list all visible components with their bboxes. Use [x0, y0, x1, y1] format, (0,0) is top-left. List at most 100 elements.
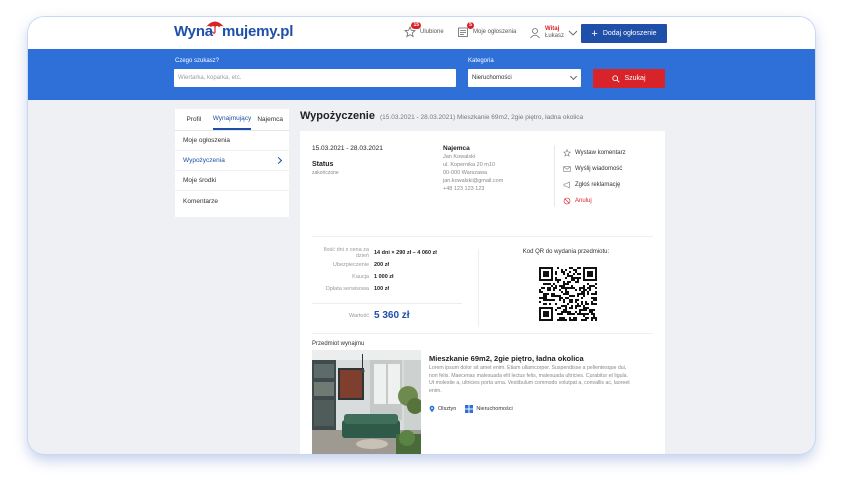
qr-section: Kod QR do wydania przedmiotu:	[478, 249, 653, 327]
report-complaint-action[interactable]: Zgłoś reklamację	[563, 177, 626, 193]
total-row: Wartość 5 360 zł	[312, 303, 462, 321]
sidebar: Profil Wynajmujący Najemca Moje ogłoszen…	[175, 109, 289, 217]
sidebar-item-my-ads[interactable]: Moje ogłoszenia	[175, 131, 289, 151]
cost-value: 1 000 zł	[374, 274, 394, 280]
list-icon: 5	[457, 22, 474, 38]
chevron-right-icon	[274, 156, 283, 165]
search-icon	[612, 74, 621, 83]
my-ads-link[interactable]: 5 Moje ogłoszenia	[457, 22, 517, 38]
rental-details-card: 15.03.2021 - 28.03.2021 Status zakończon…	[300, 131, 665, 454]
sidebar-item-label: Komentarze	[183, 197, 219, 205]
search-bar: Czego szukasz? Wiertarka, koparka, etc. …	[28, 49, 815, 100]
category-tag: Nieruchomości	[465, 405, 513, 413]
browser-frame: Wyna mujemy.pl 15 Ulubione 5 Moje ogłosze…	[28, 17, 815, 454]
chevron-down-icon	[569, 72, 578, 81]
cost-value: 100 zł	[374, 286, 389, 292]
category-label: Kategoria	[468, 58, 494, 64]
cost-label: Kaucja	[352, 274, 369, 280]
qr-code-image	[539, 267, 597, 321]
tenant-street: ul. Kopernika 20 m10	[443, 162, 495, 168]
my-ads-count-badge: 5	[467, 22, 474, 29]
cost-label: Opłata serwisowa	[325, 286, 369, 292]
rental-actions: Wystaw komentarz Wyślij wiadomość Zgłoś …	[554, 145, 626, 207]
tab-profile[interactable]: Profil	[175, 109, 213, 130]
add-listing-label: Dodaj ogłoszenie	[602, 30, 657, 37]
user-greeting: Witaj	[545, 26, 560, 32]
my-ads-label: Moje ogłoszenia	[473, 29, 517, 35]
megaphone-icon	[563, 181, 570, 189]
search-button[interactable]: Szukaj	[593, 69, 665, 88]
chevron-down-icon	[568, 30, 578, 36]
total-label: Wartość	[349, 312, 369, 319]
cost-row: Opłata serwisowa 100 zł	[312, 283, 462, 295]
rental-item-description: Lorem ipsum dolor sit amet enim. Etiam u…	[429, 365, 630, 394]
cost-row: Ilość dni x cena za dzień 14 dni × 290 zł…	[312, 247, 462, 259]
report-complaint-label: Zgłoś reklamację	[575, 182, 621, 188]
user-name: Łukasz	[545, 33, 565, 39]
top-header: Wyna mujemy.pl 15 Ulubione 5 Moje ogłosze…	[28, 17, 815, 49]
sidebar-item-label: Wypożyczenia	[183, 157, 225, 164]
qr-label: Kod QR do wydania przedmiotu:	[522, 249, 610, 255]
cost-row: Ubezpieczenie 200 zł	[312, 259, 462, 271]
envelope-icon	[563, 166, 571, 172]
cancel-rental-label: Anuluj	[575, 198, 592, 204]
add-listing-button[interactable]: + Dodaj ogłoszenie	[581, 24, 667, 43]
leave-comment-label: Wystaw komentarz	[575, 150, 626, 156]
grid-icon	[465, 405, 474, 413]
cost-row: Kaucja 1 000 zł	[312, 271, 462, 283]
tenant-email: jan.kowalski@gmail.com	[443, 178, 504, 184]
cancel-icon	[563, 197, 571, 205]
user-menu[interactable]: Witaj Łukasz	[529, 26, 578, 40]
category-select-value: Nieruchomości	[472, 75, 512, 81]
sidebar-item-rentals[interactable]: Wypożyczenia	[175, 151, 289, 171]
category-select[interactable]: Nieruchomości	[468, 69, 581, 87]
cost-value: 14 dni × 290 zł – 4 060 zł	[374, 250, 437, 256]
page-title: Wypożyczenie (15.03.2021 - 28.03.2021) M…	[300, 110, 583, 122]
cost-label: Ilość dni x cena za dzień	[323, 247, 369, 259]
status-value: zakończone	[312, 170, 339, 176]
location-pin-icon	[429, 405, 435, 413]
tenant-heading: Najemca	[443, 145, 470, 152]
leave-comment-action[interactable]: Wystaw komentarz	[563, 145, 626, 161]
user-icon	[529, 27, 541, 39]
tenant-name: Jan Kowalski	[443, 154, 476, 160]
favorites-label: Ulubione	[420, 29, 444, 35]
sidebar-item-comments[interactable]: Komentarze	[175, 191, 289, 211]
search-query-label: Czego szukasz?	[175, 58, 220, 64]
cost-breakdown: Ilość dni x cena za dzień 14 dni × 290 zł…	[312, 247, 462, 321]
listing-photo[interactable]	[312, 350, 421, 454]
cost-value: 200 zł	[374, 262, 389, 268]
rental-item-title[interactable]: Mieszkanie 69m2, 2gie piętro, ładna okol…	[429, 354, 584, 363]
location-tag: Olsztyn	[429, 405, 456, 413]
star-icon	[563, 149, 571, 157]
sidebar-item-my-funds[interactable]: Moje środki	[175, 171, 289, 191]
living-room-photo	[312, 350, 421, 454]
page-subtitle: (15.03.2021 - 28.03.2021) Mieszkanie 69m…	[380, 114, 584, 121]
send-message-label: Wyślij wiadomość	[575, 166, 623, 172]
search-input-placeholder: Wiertarka, koparka, etc.	[178, 75, 242, 81]
tab-landlord[interactable]: Wynajmujący	[212, 109, 252, 130]
search-input[interactable]: Wiertarka, koparka, etc.	[174, 69, 456, 87]
tab-tenant[interactable]: Najemca	[251, 109, 289, 130]
favorites-count-badge: 15	[411, 22, 421, 29]
favorites-link[interactable]: 15 Ulubione	[404, 22, 444, 38]
send-message-action[interactable]: Wyślij wiadomość	[563, 161, 626, 177]
divider	[312, 333, 653, 334]
logo-text-part2: mujemy.pl	[221, 23, 294, 40]
rental-item-section-label: Przedmiot wynajmu	[312, 341, 365, 347]
category-tag-label: Nieruchomości	[476, 406, 513, 412]
star-icon: 15	[404, 22, 421, 38]
search-button-label: Szukaj	[624, 75, 646, 82]
location-label: Olsztyn	[438, 406, 457, 412]
rental-item-meta: Olsztyn Nieruchomości	[429, 405, 513, 413]
logo[interactable]: Wyna mujemy.pl	[174, 21, 294, 40]
cancel-rental-action[interactable]: Anuluj	[563, 193, 626, 209]
profile-tabs: Profil Wynajmujący Najemca	[175, 109, 289, 131]
sidebar-item-label: Moje ogłoszenia	[183, 137, 230, 144]
rental-summary: 15.03.2021 - 28.03.2021 Status zakończon…	[312, 145, 383, 176]
tenant-phone: +48 123 123 123	[443, 186, 485, 192]
tenant-info: Najemca Jan Kowalski ul. Kopernika 20 m1…	[443, 145, 503, 193]
divider	[312, 236, 653, 237]
status-label: Status	[312, 161, 334, 168]
umbrella-icon	[206, 21, 224, 34]
